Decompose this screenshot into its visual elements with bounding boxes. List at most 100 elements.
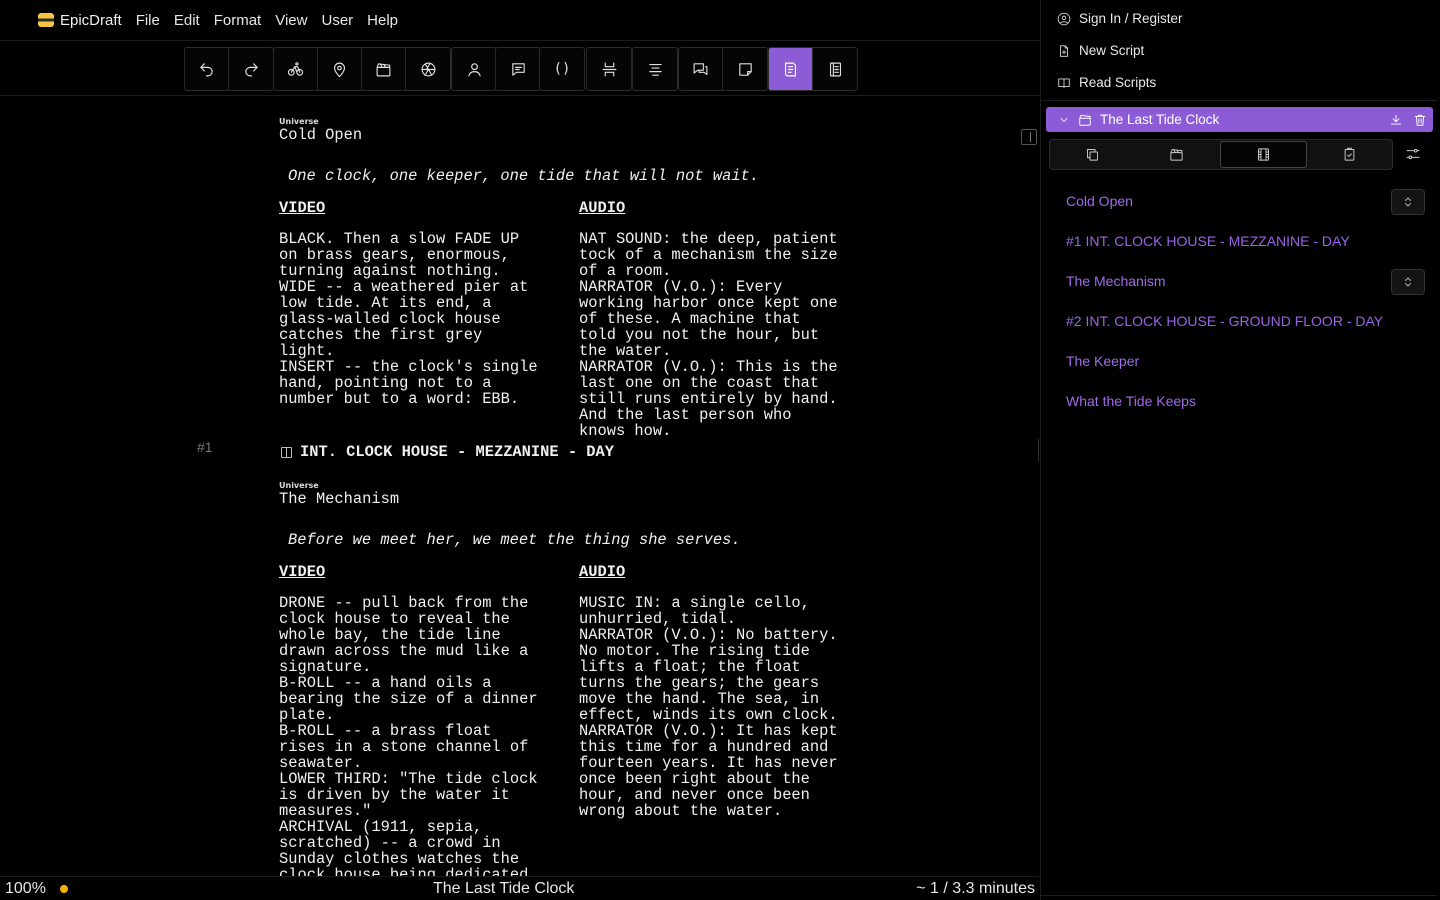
collapse-sidebar-icon[interactable] (1021, 129, 1037, 145)
parenthetical-element-button[interactable]: () (540, 48, 584, 90)
outline-item-cold-open[interactable]: Cold Open (1066, 193, 1133, 209)
document-view-icon (829, 62, 841, 76)
history-group (184, 47, 274, 91)
character-group (451, 47, 497, 91)
tab-scenes[interactable] (1135, 140, 1220, 169)
expand-toggle-the-mechanism[interactable] (1391, 269, 1425, 295)
scene-number: #1 (197, 439, 213, 455)
redo-icon (244, 62, 258, 76)
transition-element-button[interactable] (633, 48, 677, 90)
audio-column-heading: AUDIO (579, 563, 626, 581)
sidebar-bottom-border (1041, 895, 1437, 896)
person-icon (467, 62, 481, 76)
menu-view[interactable]: View (275, 12, 307, 29)
action-element-button[interactable] (274, 48, 318, 90)
universe-tagline: Before we meet her, we meet the thing sh… (288, 531, 741, 549)
expand-toggle-cold-open[interactable] (1391, 189, 1425, 215)
project-header[interactable]: The Last Tide Clock (1046, 107, 1433, 132)
clapperboard-icon (1170, 149, 1183, 161)
outline-item-scene-1[interactable]: #1 INT. CLOCK HOUSE - MEZZANINE - DAY (1066, 233, 1350, 249)
script-length: ~ 1 / 3.3 minutes (916, 880, 1035, 897)
aperture-icon (421, 62, 435, 76)
menu-edit[interactable]: Edit (174, 12, 200, 29)
notes-group (678, 47, 768, 91)
zoom-level[interactable]: 100% (5, 880, 46, 898)
scene-heading[interactable]: INT. CLOCK HOUSE - MEZZANINE - DAY (281, 443, 614, 461)
new-file-icon (1060, 44, 1068, 57)
universe-title: Cold Open (279, 126, 363, 144)
align-center-icon (648, 63, 662, 76)
redo-button[interactable] (229, 48, 273, 90)
tab-checklist[interactable] (1308, 140, 1393, 169)
video-column-text[interactable]: DRONE -- pull back from the clock house … (279, 595, 538, 876)
page-break-button[interactable] (587, 48, 631, 90)
element-group (273, 47, 451, 91)
copy-icon (1086, 149, 1098, 161)
universe-title: The Mechanism (279, 490, 400, 508)
shot-element-button[interactable] (406, 48, 450, 90)
clapperboard-icon (376, 62, 391, 76)
audio-column-text[interactable]: MUSIC IN: a single cello, unhurried, tid… (579, 595, 838, 819)
audio-column-text[interactable]: NAT SOUND: the deep, patient tock of a m… (579, 231, 838, 439)
toolbar: () (0, 41, 1039, 96)
note-icon (738, 62, 752, 76)
outline-settings-button[interactable] (1405, 146, 1421, 162)
script-editor[interactable]: Universe Cold Open One clock, one keeper… (0, 96, 1039, 876)
project-title: The Last Tide Clock (1100, 112, 1220, 127)
universe-tagline: One clock, one keeper, one tide that wil… (288, 167, 760, 185)
outline-item-the-mechanism[interactable]: The Mechanism (1066, 273, 1166, 289)
menu-help[interactable]: Help (367, 12, 398, 29)
chevron-up-down-icon (1405, 197, 1411, 207)
video-column-text[interactable]: BLACK. Then a slow FADE UP on brass gear… (279, 231, 538, 407)
scene-book-icon[interactable] (281, 446, 292, 458)
read-scripts-label: Read Scripts (1079, 75, 1157, 90)
status-script-title: The Last Tide Clock (433, 880, 575, 897)
menu-bar: EpicDraft File Edit Format View User Hel… (0, 0, 1039, 41)
download-icon[interactable] (1389, 113, 1403, 127)
comments-icon (693, 62, 708, 75)
read-scripts-link[interactable]: Read Scripts (1057, 75, 1156, 90)
chevron-down-icon[interactable] (1058, 114, 1070, 126)
user-circle-icon (1057, 12, 1071, 25)
trash-icon[interactable] (1413, 113, 1427, 127)
scene-element-button[interactable] (362, 48, 406, 90)
script-view-icon (784, 62, 797, 76)
video-column-heading: VIDEO (279, 199, 326, 217)
menu-format[interactable]: Format (214, 12, 262, 29)
open-book-icon (1058, 77, 1070, 88)
panel-resize-handle[interactable] (1038, 438, 1039, 462)
comments-button[interactable] (679, 48, 723, 90)
script-view-button[interactable] (769, 48, 813, 90)
dialogue-element-button[interactable] (496, 48, 540, 90)
sidebar: Sign In / Register New Script Read Scrip… (1040, 0, 1440, 900)
audio-column-heading: AUDIO (579, 199, 626, 217)
transition-group (632, 47, 678, 91)
sign-in-link[interactable]: Sign In / Register (1057, 11, 1183, 26)
chevron-up-down-icon (1405, 277, 1411, 287)
menu-file[interactable]: File (136, 12, 160, 29)
clapperboard-icon (1079, 114, 1091, 126)
bicycle-icon (287, 61, 304, 76)
new-script-label: New Script (1079, 43, 1145, 58)
outline-item-scene-2[interactable]: #2 INT. CLOCK HOUSE - GROUND FLOOR - DAY (1066, 313, 1383, 329)
universe-label: Universe (279, 117, 319, 126)
sign-in-label: Sign In / Register (1079, 11, 1183, 26)
note-button[interactable] (723, 48, 767, 90)
app-name: EpicDraft (60, 11, 122, 29)
universe-label: Universe (279, 481, 319, 490)
location-element-button[interactable] (318, 48, 362, 90)
parenthetical-group: () (539, 47, 585, 91)
map-pin-icon (333, 62, 346, 77)
undo-button[interactable] (185, 48, 229, 90)
tab-copies[interactable] (1050, 140, 1135, 169)
menu-user[interactable]: User (321, 12, 353, 29)
tab-outline[interactable] (1220, 141, 1307, 168)
film-icon (1257, 148, 1269, 161)
new-script-link[interactable]: New Script (1057, 43, 1144, 58)
document-view-button[interactable] (813, 48, 857, 90)
outline-item-the-keeper[interactable]: The Keeper (1066, 353, 1139, 369)
page-break-icon (602, 62, 616, 76)
character-element-button[interactable] (452, 48, 496, 90)
clipboard-check-icon (1344, 147, 1355, 161)
outline-item-what-the-tide-keeps[interactable]: What the Tide Keeps (1066, 393, 1196, 409)
